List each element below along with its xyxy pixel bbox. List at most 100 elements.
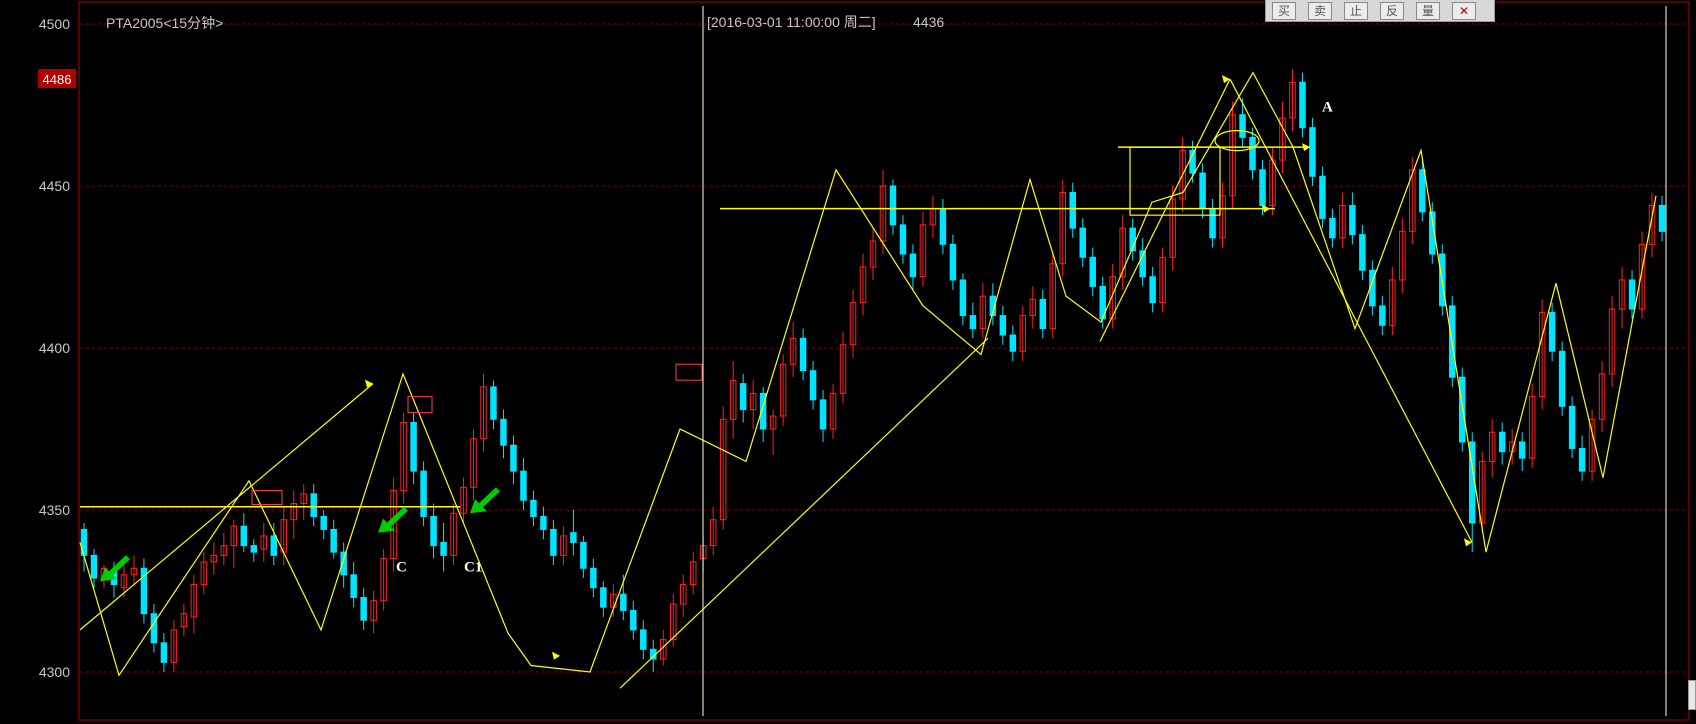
annotation-label: A [1322, 99, 1333, 115]
candle-body [799, 337, 807, 372]
cursor-datetime: [2016-03-01 11:00:00 周二] [707, 14, 876, 30]
cursor-value: 4436 [913, 14, 944, 30]
y-axis: 4500 4450 4400 4350 4300 [39, 16, 70, 680]
candle-body [510, 444, 517, 472]
sell-button[interactable]: 卖 [1308, 1, 1332, 20]
plot-frame [78, 1, 1690, 721]
y-tick-label: 4300 [39, 664, 70, 680]
candle-body [1149, 276, 1156, 304]
candle-body [630, 609, 637, 631]
buy-button[interactable]: 买 [1272, 1, 1296, 20]
candle-body [1069, 191, 1076, 229]
entry-arrow-icon [378, 506, 408, 533]
candle-body [969, 315, 977, 330]
candle-body [90, 554, 98, 579]
pattern-marker [407, 396, 433, 414]
candle-body [949, 243, 957, 281]
candle-body [1299, 81, 1306, 129]
candle-body [1459, 376, 1466, 443]
close-icon[interactable]: ✕ [1452, 1, 1476, 20]
candle-body [1359, 234, 1366, 271]
arrowhead [552, 651, 560, 660]
candle-body [580, 541, 587, 569]
candle-body [889, 185, 897, 226]
y-tick-label: 4400 [39, 340, 70, 356]
candle-body [410, 422, 417, 472]
candle-body [430, 515, 437, 547]
candle-body [809, 370, 817, 401]
annotation-label: C [396, 560, 407, 576]
candle-body [1329, 217, 1336, 239]
candle-body [420, 470, 427, 517]
annotation-label: C1 [464, 560, 482, 576]
candle-body [620, 593, 627, 611]
candle-series [80, 69, 1666, 672]
side-panel-tab[interactable] [1688, 680, 1696, 710]
candle-body [520, 470, 527, 501]
stop-button[interactable]: 止 [1344, 1, 1368, 20]
candle-body [150, 613, 158, 644]
trade-toolbar: 买 卖 止 反 量 ✕ [1265, 0, 1495, 22]
candle-body [640, 629, 647, 650]
candle-body [739, 383, 747, 411]
candle-body [350, 574, 357, 598]
y-tick-label: 4350 [39, 502, 70, 518]
candle-body [1628, 279, 1636, 310]
candle-body [440, 541, 447, 556]
arrowhead [1302, 143, 1310, 152]
candle-body [959, 279, 967, 317]
candle-body [320, 515, 327, 530]
candle-body [1249, 136, 1256, 171]
candle-body [570, 532, 577, 543]
reverse-button[interactable]: 反 [1380, 1, 1404, 20]
candle-body [270, 535, 278, 556]
candle-body [1419, 169, 1426, 213]
volume-button[interactable]: 量 [1416, 1, 1440, 20]
candle-body [939, 208, 947, 245]
candle-body [1039, 298, 1047, 330]
candle-body [1498, 431, 1506, 453]
zigzag-trend-line [79, 71, 1657, 677]
candle-body [500, 418, 507, 446]
arrowhead [1262, 204, 1270, 213]
y-tick-label: 4450 [39, 178, 70, 194]
candle-body [1079, 227, 1086, 258]
candle-body [490, 386, 497, 420]
candle-body [909, 253, 917, 278]
candle-body [1239, 114, 1246, 138]
candlestick-chart[interactable]: 45004450440043504300 C C1A PTA2005<15分钟> … [0, 0, 1696, 724]
candle-body [1658, 204, 1666, 232]
candle-body [1319, 175, 1326, 219]
candle-body [1568, 405, 1576, 449]
candle-body [1379, 305, 1386, 326]
candle-body [590, 567, 597, 589]
candle-body [160, 642, 168, 663]
chart-title: PTA2005<15分钟> [106, 15, 223, 31]
trend-lines [79, 71, 1657, 689]
candle-body [1089, 256, 1096, 287]
entry-arrow-icon [470, 487, 500, 514]
candle-body [600, 587, 607, 608]
candle-body [550, 528, 557, 556]
diagonal-trend-line [1229, 78, 1473, 543]
candle-body [1199, 172, 1206, 210]
candle-body [530, 499, 537, 517]
candle-body [899, 224, 907, 255]
candle-body [819, 399, 827, 430]
candle-body [1518, 441, 1526, 459]
candle-body [1309, 127, 1316, 177]
candle-body [1548, 311, 1556, 352]
candle-body [310, 493, 317, 517]
diagonal-trend-line [619, 337, 989, 689]
candle-body [540, 515, 547, 530]
grid-lines [80, 23, 1688, 673]
candle-body [999, 315, 1007, 336]
candle-body [330, 528, 337, 553]
candle-body [1578, 447, 1586, 472]
pattern-marker [675, 363, 703, 381]
y-tick-label: 4500 [39, 16, 70, 32]
current-price-label: 4486 [43, 72, 72, 87]
candle-body [240, 525, 248, 547]
candle-body [360, 596, 367, 621]
candle-body [1009, 334, 1017, 352]
